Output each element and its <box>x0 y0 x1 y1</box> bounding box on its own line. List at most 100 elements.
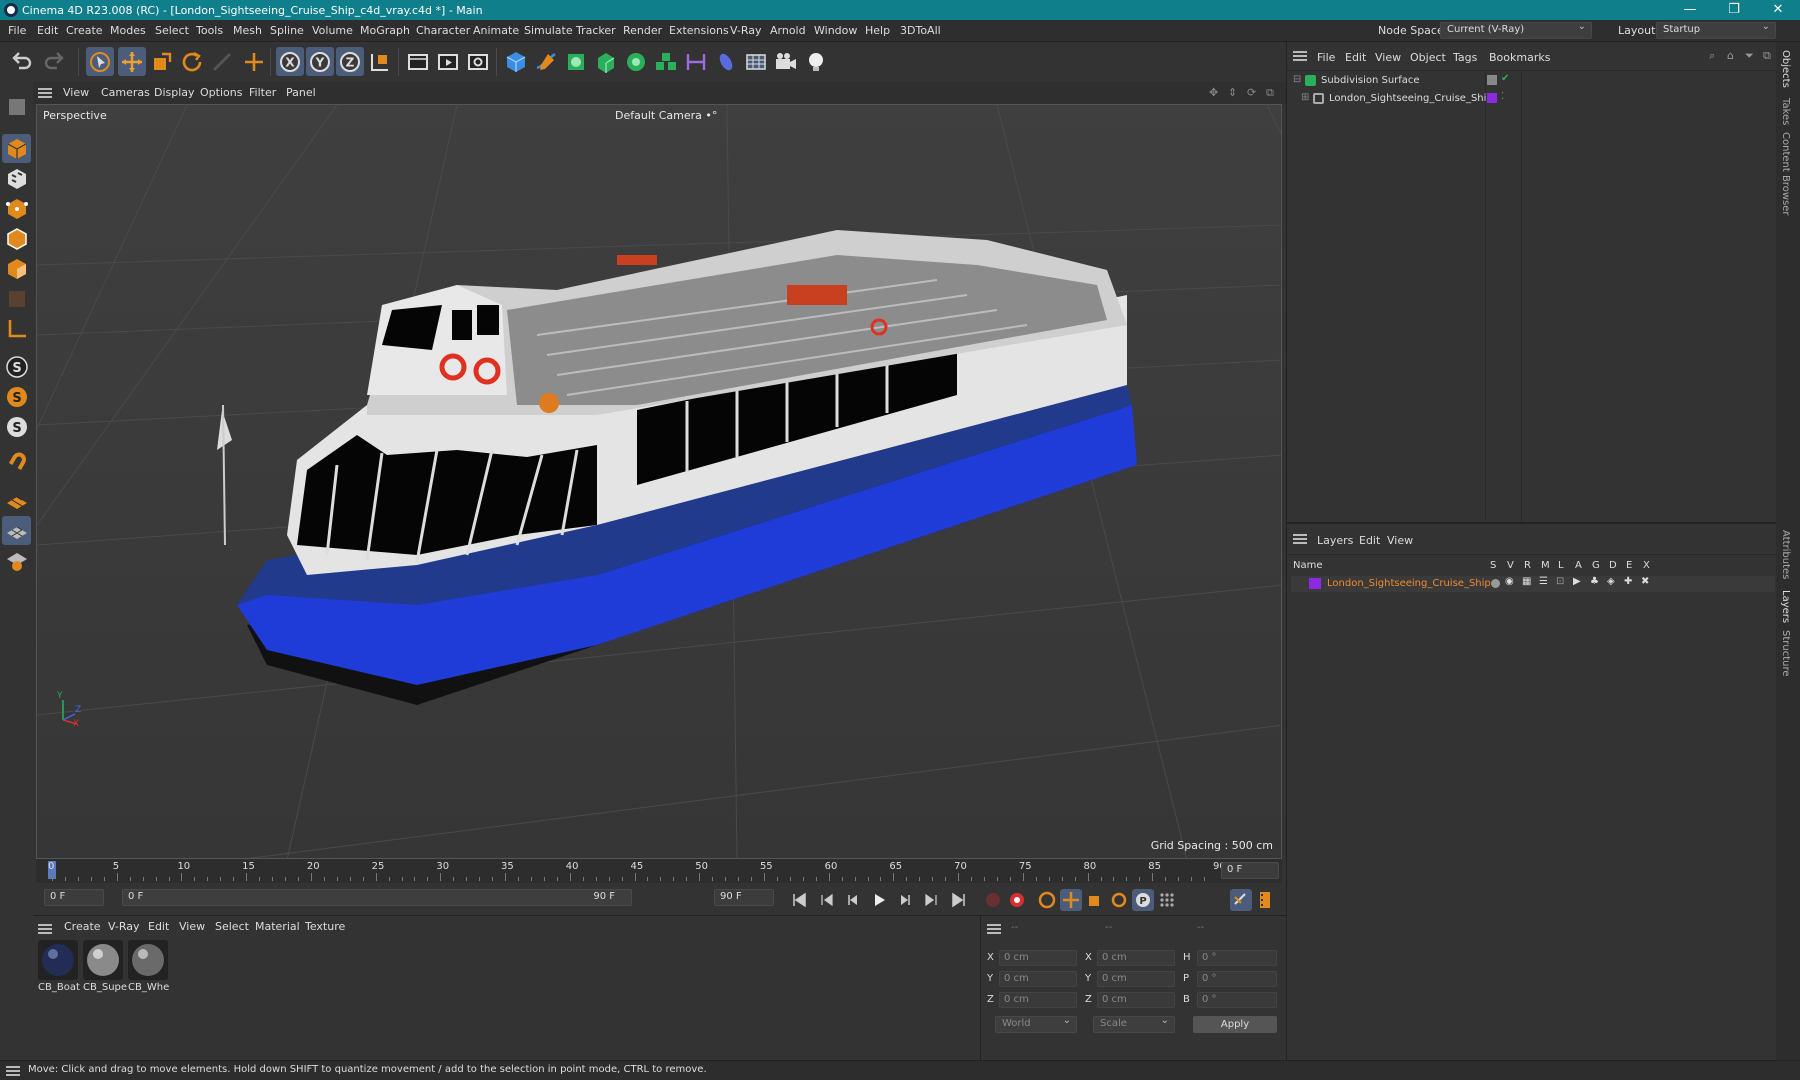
deformer-icon[interactable] <box>682 47 710 76</box>
recent-tool-icon[interactable] <box>208 47 236 76</box>
layer-manager-icon[interactable]: ☰ <box>1539 576 1548 587</box>
object-menu-tags[interactable]: Tags <box>1453 51 1477 64</box>
menu-animate[interactable]: Animate <box>473 24 519 37</box>
redo-icon[interactable] <box>40 47 68 76</box>
cube-icon[interactable] <box>502 47 530 76</box>
workplane-snap-icon[interactable]: S <box>2 412 31 441</box>
key-position-icon[interactable] <box>1060 889 1082 911</box>
status-menu-icon[interactable] <box>6 1066 20 1076</box>
z-axis-icon[interactable]: Z <box>336 47 364 76</box>
uv-mode-icon[interactable] <box>2 284 31 313</box>
end-frame-field[interactable]: 90 F <box>714 889 774 906</box>
rotation-p-field[interactable]: 0 ° <box>1197 971 1277 987</box>
magnet-icon[interactable] <box>2 448 31 477</box>
filter-icon[interactable]: ⏷ <box>1745 49 1754 63</box>
layer-generators-icon[interactable]: ♣ <box>1590 576 1599 587</box>
viewport-move-icon[interactable]: ✥ <box>1209 86 1218 99</box>
key-scale-icon[interactable] <box>1084 889 1106 911</box>
enable-snap-icon[interactable]: S <box>2 382 31 411</box>
menu-3dtoall[interactable]: 3DToAll <box>900 24 941 37</box>
layer-menu-edit[interactable]: Edit <box>1359 534 1380 547</box>
menu-character[interactable]: Character <box>416 24 470 37</box>
current-frame-field[interactable]: 0 F <box>1221 862 1279 879</box>
layer-visible-eye-icon[interactable]: ◉ <box>1505 576 1514 587</box>
viewport-menu-cameras[interactable]: Cameras <box>101 86 150 99</box>
x-axis-icon[interactable]: X <box>276 47 304 76</box>
object-menu-object[interactable]: Object <box>1410 51 1446 64</box>
autokey-icon[interactable] <box>1006 889 1028 911</box>
previous-frame-icon[interactable] <box>842 889 864 911</box>
tab-structure[interactable]: Structure <box>1780 630 1791 677</box>
size-x-field[interactable]: 0 cm <box>1097 950 1175 966</box>
node-space-dropdown[interactable]: Current (V-Ray) <box>1440 21 1592 39</box>
position-z-field[interactable]: 0 cm <box>999 992 1077 1008</box>
menu-file[interactable]: File <box>8 24 26 37</box>
position-y-field[interactable]: 0 cm <box>999 971 1077 987</box>
object-menu-edit[interactable]: Edit <box>1345 51 1366 64</box>
undo-icon[interactable] <box>8 47 36 76</box>
material-swatch[interactable]: CB_Whe <box>128 940 169 993</box>
menu-select[interactable]: Select <box>155 24 189 37</box>
menu-simulate[interactable]: Simulate <box>524 24 573 37</box>
next-key-icon[interactable] <box>920 889 942 911</box>
menu-mograph[interactable]: MoGraph <box>360 24 410 37</box>
layer-row[interactable]: London_Sightseeing_Cruise_Ship ◉ ▦ ☰ ⊡ ▶… <box>1291 576 1775 592</box>
menu-render[interactable]: Render <box>623 24 662 37</box>
expand-toggle-icon[interactable]: ⊞ <box>1301 92 1309 103</box>
material-menu-create[interactable]: Create <box>64 920 101 933</box>
model-mode-icon[interactable] <box>2 134 31 163</box>
sound-icon[interactable] <box>1230 889 1252 911</box>
axis-mode-icon[interactable] <box>2 314 31 343</box>
viewport-menu-view[interactable]: View <box>63 86 89 99</box>
3d-viewport[interactable]: Perspective Default Camera •° Y Z X Grid… <box>36 104 1282 859</box>
pen-icon[interactable] <box>532 47 560 76</box>
viewport-rotate-icon[interactable]: ⟳ <box>1247 86 1256 99</box>
record-icon[interactable] <box>982 889 1004 911</box>
enabled-check-icon[interactable]: ✔ <box>1501 73 1509 84</box>
go-to-end-icon[interactable] <box>948 889 970 911</box>
object-menu-file[interactable]: File <box>1317 51 1335 64</box>
snap-icon[interactable]: S <box>2 352 31 381</box>
array-icon[interactable] <box>652 47 680 76</box>
layer-color-tag[interactable] <box>1487 93 1497 103</box>
minimize-button[interactable]: — <box>1668 0 1712 20</box>
frame-range-slider[interactable]: 0 F 90 F <box>122 889 632 906</box>
position-x-field[interactable]: 0 cm <box>999 950 1077 966</box>
transform-icon[interactable] <box>240 47 268 76</box>
layer-deformers-icon[interactable]: ◈ <box>1607 576 1615 587</box>
locked-workplane-icon[interactable] <box>2 546 31 575</box>
object-row[interactable]: ⊞ London_Sightseeing_Cruise_Ship ⁚ <box>1291 91 1775 107</box>
size-mode-dropdown[interactable]: Scale <box>1093 1015 1175 1033</box>
tab-takes[interactable]: Takes <box>1780 98 1791 125</box>
viewport-menu-options[interactable]: Options <box>200 86 242 99</box>
render-view-icon[interactable] <box>404 47 432 76</box>
layer-menu-icon[interactable] <box>1293 534 1307 544</box>
new-window-icon[interactable]: ⧉ <box>1763 49 1771 63</box>
viewport-camera-label[interactable]: Default Camera •° <box>615 109 717 122</box>
layer-menu-layers[interactable]: Layers <box>1317 534 1353 547</box>
layer-xref-icon[interactable]: ✖ <box>1641 576 1649 587</box>
menu-tools[interactable]: Tools <box>196 24 223 37</box>
move-icon[interactable] <box>118 47 146 76</box>
expand-toggle-icon[interactable]: ⊟ <box>1293 74 1301 85</box>
subdivision-icon[interactable] <box>562 47 590 76</box>
tab-attributes[interactable]: Attributes <box>1780 530 1791 579</box>
play-icon[interactable] <box>868 889 890 911</box>
texture-mode-icon[interactable] <box>2 164 31 193</box>
key-parameter-icon[interactable]: P <box>1132 889 1154 911</box>
layer-menu-view[interactable]: View <box>1387 534 1413 547</box>
menu-vray[interactable]: V-Ray <box>730 24 762 37</box>
layer-render-icon[interactable]: ▦ <box>1522 576 1531 587</box>
start-frame-field[interactable]: 0 F <box>44 889 104 906</box>
menu-volume[interactable]: Volume <box>312 24 353 37</box>
object-menu-icon[interactable] <box>1293 51 1307 61</box>
cloner-icon[interactable] <box>622 47 650 76</box>
extrude-icon[interactable] <box>592 47 620 76</box>
y-axis-icon[interactable]: Y <box>306 47 334 76</box>
rotation-b-field[interactable]: 0 ° <box>1197 992 1277 1008</box>
material-menu-material[interactable]: Material <box>255 920 300 933</box>
visibility-dots-icon[interactable]: ⁚ <box>1501 91 1504 102</box>
viewport-menu-icon[interactable] <box>38 88 52 98</box>
camera-icon[interactable] <box>772 47 800 76</box>
timeline-film-icon[interactable] <box>1254 889 1276 911</box>
